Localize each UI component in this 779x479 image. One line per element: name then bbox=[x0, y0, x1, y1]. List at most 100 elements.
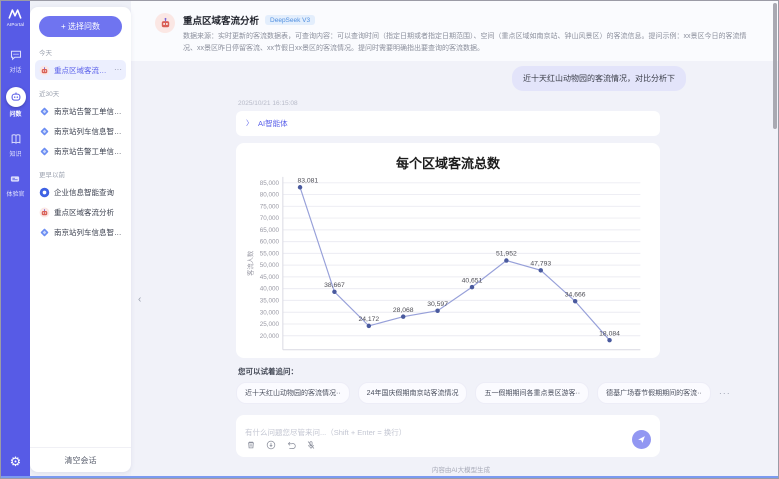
svg-text:40,651: 40,651 bbox=[462, 277, 483, 284]
svg-text:客流人数: 客流人数 bbox=[246, 250, 255, 276]
input-toolbar bbox=[246, 440, 316, 450]
undo-icon[interactable] bbox=[286, 440, 296, 450]
app-logo: AIPortal bbox=[7, 8, 25, 27]
rail-nav: 对话问数知识体验官 bbox=[6, 47, 26, 455]
rail-item-chat-bubble[interactable]: 对话 bbox=[8, 47, 24, 74]
svg-text:18,084: 18,084 bbox=[599, 330, 620, 337]
agent-steps-collapse[interactable]: 〉 AI智能体 bbox=[236, 111, 660, 136]
agent-info: 重点区域客流分析 DeepSeek V3 数据来源：实时更新的客流数据表，可查询… bbox=[183, 13, 758, 54]
svg-text:30,597: 30,597 bbox=[427, 301, 448, 308]
agent-avatar-icon bbox=[39, 65, 50, 76]
conversation-item-label: 重点区域客流分析 bbox=[54, 65, 110, 76]
followup-label: 您可以试着追问： bbox=[238, 366, 686, 377]
svg-text:50,000: 50,000 bbox=[260, 262, 280, 269]
message-input-card bbox=[236, 415, 660, 457]
send-button[interactable] bbox=[632, 430, 651, 449]
line-chart: 20,00025,00030,00035,00040,00045,00050,0… bbox=[244, 173, 652, 356]
svg-text:83,081: 83,081 bbox=[297, 178, 318, 185]
rail-item-label: 问数 bbox=[9, 109, 21, 118]
conversation-item-label: 企业信息智能查询 bbox=[54, 187, 122, 198]
new-question-button[interactable]: + 选择问数 bbox=[39, 16, 122, 37]
logo-text: AIPortal bbox=[7, 22, 25, 27]
rail-item-label: 知识 bbox=[9, 149, 21, 158]
sidebar-conversation-item[interactable]: 重点区域客流分析 bbox=[35, 202, 126, 222]
conversation-item-label: 南京站告警工单信息查询 bbox=[54, 106, 122, 117]
svg-text:35,000: 35,000 bbox=[260, 298, 280, 305]
svg-text:60,000: 60,000 bbox=[260, 239, 280, 246]
conversation-item-label: 南京站列车信息智能查询 bbox=[54, 126, 122, 137]
svg-text:85,000: 85,000 bbox=[260, 180, 280, 187]
rail-item-experience-badge[interactable]: 体验官 bbox=[6, 171, 24, 198]
delete-icon[interactable] bbox=[246, 440, 256, 450]
sidebar-section-title: 近30天 bbox=[39, 88, 122, 98]
message-timestamp: 2025/10/21 16:15:08 bbox=[238, 100, 686, 107]
rail-item-knowledge-book[interactable]: 知识 bbox=[8, 131, 24, 158]
ask-data-icon bbox=[6, 87, 26, 107]
diamond-icon bbox=[39, 227, 50, 238]
svg-text:30,000: 30,000 bbox=[260, 309, 280, 316]
conversation-sidebar: + 选择问数 今天重点区域客流分析···近30天南京站告警工单信息查询南京站列车… bbox=[30, 7, 131, 472]
svg-text:45,000: 45,000 bbox=[260, 274, 280, 281]
agent-title: 重点区域客流分析 bbox=[183, 13, 259, 27]
conversation-list: 今天重点区域客流分析···近30天南京站告警工单信息查询南京站列车信息智能查询南… bbox=[30, 39, 131, 447]
svg-text:40,000: 40,000 bbox=[260, 286, 280, 293]
svg-text:28,068: 28,068 bbox=[393, 307, 414, 314]
rail-item-label: 对话 bbox=[9, 65, 21, 74]
svg-text:47,793: 47,793 bbox=[530, 261, 551, 268]
main-area: 重点区域客流分析 DeepSeek V3 数据来源：实时更新的客流数据表，可查询… bbox=[131, 1, 778, 478]
sidebar-conversation-item[interactable]: 重点区域客流分析 ··· bbox=[35, 60, 126, 80]
agent-description: 数据来源：实时更新的客流数据表，可查询内容：可以查询时间（指定日期或者指定日期范… bbox=[183, 31, 758, 54]
more-chips-button[interactable]: ··· bbox=[719, 388, 731, 398]
scrollbar-thumb[interactable] bbox=[773, 3, 777, 129]
sidebar-section-title: 更早以前 bbox=[39, 169, 122, 179]
followup-chip[interactable]: 德基广场春节假期期间的客流·· bbox=[597, 382, 711, 404]
svg-text:38,667: 38,667 bbox=[324, 282, 345, 289]
agent-header: 重点区域客流分析 DeepSeek V3 数据来源：实时更新的客流数据表，可查询… bbox=[131, 1, 778, 61]
svg-text:51,952: 51,952 bbox=[496, 251, 517, 258]
sidebar-collapse-handle[interactable]: ‹ bbox=[138, 294, 141, 305]
sidebar-conversation-item[interactable]: 南京站告警工单信息查询 bbox=[35, 101, 126, 121]
agent-avatar bbox=[155, 13, 175, 33]
sidebar-conversation-item[interactable]: 南京站列车信息智能查询 bbox=[35, 222, 126, 242]
sidebar-section-title: 今天 bbox=[39, 47, 122, 57]
sidebar-conversation-item[interactable]: 企业信息智能查询 bbox=[35, 182, 126, 202]
sidebar-conversation-item[interactable]: 南京站告警工单信息查询 bbox=[35, 141, 126, 161]
settings-gear-icon[interactable]: ⚙ bbox=[10, 455, 22, 468]
knowledge-book-icon bbox=[8, 131, 24, 147]
agent-title-row: 重点区域客流分析 DeepSeek V3 bbox=[183, 13, 758, 27]
followup-chip[interactable]: 五一假期期间各重点景区游客·· bbox=[475, 382, 589, 404]
logo-icon bbox=[8, 8, 22, 20]
followup-chips-row: 近十天红山动物园的客流情况·· 24年国庆假期南京站客流情况五一假期期间各重点景区… bbox=[236, 382, 686, 404]
diamond-icon bbox=[39, 126, 50, 137]
rail-item-ask-data[interactable]: 问数 bbox=[6, 87, 26, 118]
agent-steps-label: AI智能体 bbox=[258, 118, 288, 129]
diamond-icon bbox=[39, 106, 50, 117]
agent-avatar-icon bbox=[39, 207, 50, 218]
followup-chip[interactable]: 近十天红山动物园的客流情况·· bbox=[236, 382, 350, 404]
svg-text:20,000: 20,000 bbox=[260, 333, 280, 340]
paper-plane-icon bbox=[637, 435, 646, 444]
diamond-icon bbox=[39, 146, 50, 157]
chart-title: 每个区域客流总数 bbox=[244, 153, 652, 172]
svg-text:24,172: 24,172 bbox=[358, 316, 379, 323]
chevron-right-icon: 〉 bbox=[246, 120, 253, 127]
experience-badge-icon bbox=[7, 171, 23, 187]
sidebar-conversation-item[interactable]: 南京站列车信息智能查询 bbox=[35, 121, 126, 141]
chat-area: 近十天红山动物园的客流情况，对比分析下 2025/10/21 16:15:08 … bbox=[131, 61, 778, 478]
svg-text:70,000: 70,000 bbox=[260, 215, 280, 222]
conversation-item-label: 南京站列车信息智能查询 bbox=[54, 227, 122, 238]
svg-text:75,000: 75,000 bbox=[260, 204, 280, 211]
chart-card: 每个区域客流总数 20,00025,00030,00035,00040,0004… bbox=[236, 143, 660, 358]
svg-text:65,000: 65,000 bbox=[260, 227, 280, 234]
followup-chip[interactable]: 24年国庆假期南京站客流情况 bbox=[358, 382, 468, 404]
app-circle-icon bbox=[39, 187, 50, 198]
svg-text:80,000: 80,000 bbox=[260, 192, 280, 199]
chat-column: 近十天红山动物园的客流情况，对比分析下 2025/10/21 16:15:08 … bbox=[236, 66, 686, 474]
mic-off-icon[interactable] bbox=[306, 440, 316, 450]
message-input[interactable] bbox=[245, 428, 590, 437]
window-bottom-edge bbox=[1, 476, 778, 478]
rail-item-label: 体验官 bbox=[6, 189, 24, 198]
item-more-menu-icon[interactable]: ··· bbox=[114, 66, 122, 74]
download-icon[interactable] bbox=[266, 440, 276, 450]
clear-session-button[interactable]: 清空会话 bbox=[30, 447, 131, 472]
